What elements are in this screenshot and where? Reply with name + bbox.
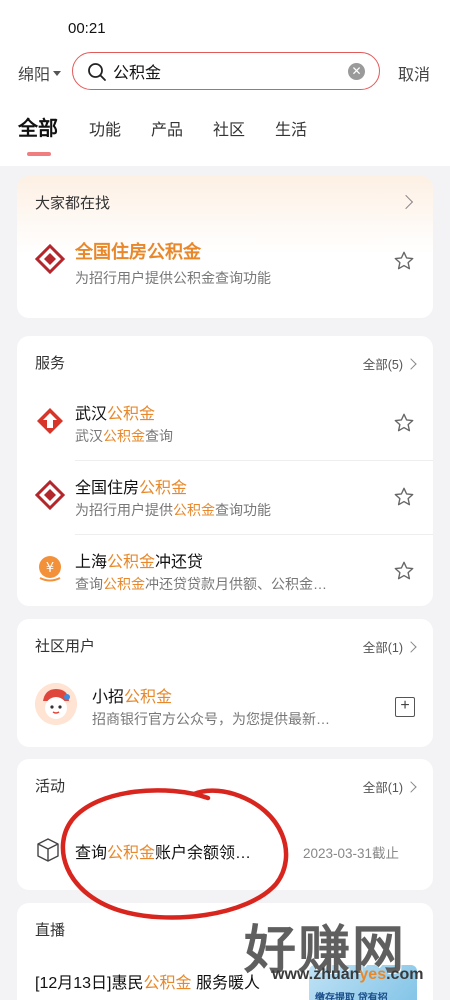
services-card: 服务 全部(5) 武汉公积金 武汉公积金查询 全国住房公积金 为招行用户提供公积… — [17, 336, 433, 606]
community-user-desc: 招商银行官方公众号，为您提供最新… — [92, 711, 330, 727]
service-item[interactable]: 全国住房公积金 为招行用户提供公积金查询功能 — [17, 460, 433, 534]
trending-item-name: 全国住房公积金 — [75, 242, 201, 262]
trending-item[interactable]: 全国住房公积金 为招行用户提供公积金查询功能 — [17, 226, 433, 306]
activity-title: 活动 — [35, 778, 66, 795]
services-more-link[interactable]: 全部(5) — [363, 354, 417, 373]
status-bar: 00:21 — [0, 0, 450, 52]
star-icon[interactable] — [393, 250, 415, 272]
community-user-item[interactable]: 小招公积金 招商银行官方公众号，为您提供最新… + — [17, 669, 433, 743]
chevron-right-icon — [398, 194, 414, 210]
service-name: 上海公积金冲还贷 — [75, 554, 204, 571]
wuhan-fund-logo-icon — [37, 408, 63, 434]
star-icon[interactable] — [393, 560, 415, 582]
search-icon — [88, 63, 106, 81]
community-title: 社区用户 — [35, 638, 96, 655]
chevron-down-icon — [53, 70, 62, 76]
live-thumbnail-text: 缴存提取 贷有招 — [315, 993, 388, 1000]
category-tabs: 全部 功能 产品 社区 生活 — [0, 92, 450, 166]
community-more-link[interactable]: 全部(1) — [363, 637, 417, 656]
service-item[interactable]: 武汉公积金 武汉公积金查询 — [17, 386, 433, 460]
star-icon[interactable] — [393, 486, 415, 508]
svg-text:¥: ¥ — [46, 561, 54, 576]
housing-fund-logo-icon — [35, 480, 65, 510]
follow-button[interactable]: + — [395, 697, 415, 717]
search-row: 绵阳 ✕ 取消 — [0, 52, 450, 92]
trending-card: 大家都在找 全国住房公积金 为招行用户提供公积金查询功能 — [17, 176, 433, 318]
activity-card: 活动 全部(1) 查询公积金账户余额领… 2023-03-31截止 — [17, 759, 433, 890]
tab-life[interactable]: 生活 — [275, 116, 307, 140]
activity-name: 查询公积金账户余额领… — [75, 845, 252, 862]
tab-function[interactable]: 功能 — [89, 116, 121, 140]
city-selector[interactable]: 绵阳 — [18, 61, 62, 85]
chevron-right-icon — [405, 780, 417, 793]
live-item[interactable]: [12月13日]惠民公积金 服务暖人 — [35, 969, 260, 993]
cube-icon — [37, 838, 59, 862]
community-header: 社区用户 全部(1) — [17, 619, 433, 669]
activity-header: 活动 全部(1) — [17, 759, 433, 809]
community-card: 社区用户 全部(1) 小招公积金 招商银行官方公众号，为您提供最新… + — [17, 619, 433, 747]
tab-all[interactable]: 全部 — [18, 112, 58, 141]
activity-deadline: 2023-03-31截止 — [302, 846, 399, 861]
yuan-coin-icon: ¥ — [39, 556, 61, 582]
live-thumbnail[interactable]: 缴存提取 贷有招 — [309, 965, 417, 1000]
activity-more-link[interactable]: 全部(1) — [363, 777, 417, 796]
activity-item[interactable]: 查询公积金账户余额领… 2023-03-31截止 — [17, 809, 433, 889]
search-input[interactable] — [113, 59, 333, 83]
trending-title: 大家都在找 — [35, 195, 111, 212]
status-time: 00:21 — [68, 20, 106, 37]
service-name: 武汉公积金 — [75, 406, 156, 423]
active-tab-indicator — [27, 152, 51, 156]
search-box[interactable]: ✕ — [72, 52, 380, 90]
cancel-button[interactable]: 取消 — [398, 61, 430, 85]
service-name: 全国住房公积金 — [75, 480, 188, 497]
city-label: 绵阳 — [18, 67, 51, 84]
star-icon[interactable] — [393, 412, 415, 434]
service-item[interactable]: ¥ 上海公积金冲还贷 查询公积金冲还贷贷款月供额、公积金… — [17, 534, 433, 606]
service-desc: 武汉公积金查询 — [75, 428, 173, 444]
service-desc: 为招行用户提供公积金查询功能 — [75, 502, 271, 518]
tab-community[interactable]: 社区 — [213, 116, 245, 140]
clear-icon[interactable]: ✕ — [348, 63, 365, 80]
service-desc: 查询公积金冲还贷贷款月供额、公积金… — [75, 576, 327, 592]
community-user-name: 小招公积金 — [92, 689, 173, 706]
chevron-right-icon — [405, 357, 417, 370]
services-title: 服务 — [35, 355, 66, 372]
housing-fund-logo-icon — [35, 244, 65, 274]
live-title: 直播 — [35, 922, 66, 939]
chevron-right-icon — [405, 640, 417, 653]
live-card: 直播 [12月13日]惠民公积金 服务暖人 缴存提取 贷有招 — [17, 903, 433, 1000]
tab-product[interactable]: 产品 — [151, 116, 183, 140]
avatar — [35, 683, 77, 725]
services-header: 服务 全部(5) — [17, 336, 433, 386]
live-header: 直播 — [17, 903, 433, 953]
trending-header[interactable]: 大家都在找 — [17, 176, 433, 226]
trending-item-desc: 为招行用户提供公积金查询功能 — [75, 270, 271, 286]
